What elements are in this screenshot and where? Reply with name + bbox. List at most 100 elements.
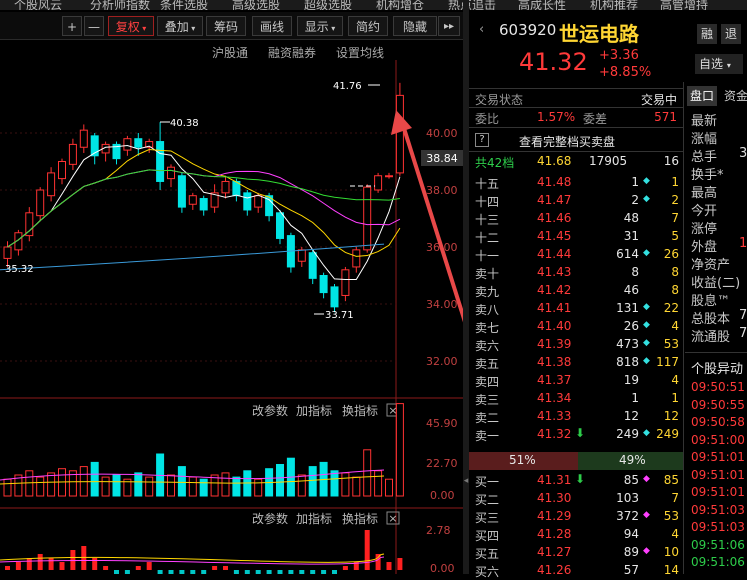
sell-row[interactable]: 卖九 41.42 46 8 (469, 282, 683, 300)
chevron-down-icon: ▾ (139, 24, 147, 33)
candle-body (134, 138, 143, 148)
order-volume: 89 (623, 545, 639, 559)
sell-row[interactable]: 卖七 41.40 26 ◆ 4 (469, 318, 683, 336)
macd-bar (5, 566, 10, 570)
sell-row[interactable]: 十四 41.47 2 ◆ 2 (469, 192, 683, 210)
order-level-label: 十一 (475, 249, 500, 263)
macd-bar (26, 558, 32, 570)
indicator-link[interactable]: 换指标 (342, 403, 378, 418)
zoom-in-button[interactable]: + (62, 16, 82, 36)
draw-line-button[interactable]: 画线 (252, 16, 292, 36)
top-menu-item[interactable]: 超级选股 (304, 0, 352, 10)
sell-row[interactable]: 卖三 41.34 1 1 (469, 390, 683, 408)
buy-row[interactable]: 买二 41.30 103 7 (469, 490, 683, 508)
candle-body (243, 192, 252, 211)
macd-bar (168, 570, 174, 580)
top-menu-item[interactable]: 高成长性 (518, 0, 566, 10)
macd-bar (179, 570, 185, 578)
mover-time[interactable]: 09:51:01 (691, 450, 745, 468)
price-tick: 40.00 (426, 127, 458, 140)
order-price: 41.41 (537, 301, 572, 315)
buy-row[interactable]: 买四 41.28 94 4 (469, 526, 683, 544)
sell-row[interactable]: 卖六 41.39 473 ◆ 53 (469, 336, 683, 354)
tab-funds[interactable]: 资金 (721, 86, 747, 106)
sell-row[interactable]: 十一 41.44 614 ◆ 26 (469, 246, 683, 264)
link-hugutong[interactable]: 沪股通 (212, 44, 248, 61)
sell-row[interactable]: 卖四 41.37 19 4 (469, 372, 683, 390)
order-volume: 57 (623, 563, 639, 577)
watchlist-button[interactable]: 自选 ▾ (695, 54, 743, 74)
link-ma-settings[interactable]: 设置均线 (336, 44, 384, 61)
order-volume: 473 (616, 337, 639, 351)
order-level-label: 卖五 (475, 357, 500, 371)
sell-row[interactable]: 十五 41.48 1 ◆ 1 (469, 174, 683, 192)
stock-name: 世运电路 (559, 22, 639, 46)
quote-field-value: 1 (739, 236, 747, 251)
mover-time[interactable]: 09:50:55 (691, 398, 745, 416)
mover-time[interactable]: 09:51:01 (691, 485, 745, 503)
indicator-link[interactable]: 改参数 (252, 403, 288, 418)
top-menu-item[interactable]: 高级选股 (232, 0, 280, 10)
mover-time[interactable]: 09:50:51 (691, 380, 745, 398)
macd-bar (364, 530, 370, 570)
movers-title: 个股异动 (691, 362, 744, 377)
indicator-link[interactable]: 加指标 (296, 403, 332, 418)
mover-time[interactable]: 09:51:03 (691, 503, 745, 521)
top-menu-item[interactable]: 高管增持 (660, 0, 708, 10)
sell-row[interactable]: 卖五 41.38 818 ◆ 117 (469, 354, 683, 372)
chart-canvas[interactable]: 40.0038.0036.0034.0032.0038.8441.7640.38… (0, 60, 542, 580)
display-button[interactable]: 显示 ▾ (297, 16, 343, 36)
mover-time[interactable]: 09:51:01 (691, 468, 745, 486)
indicator-link[interactable]: 加指标 (296, 511, 332, 526)
mover-time[interactable]: 09:51:03 (691, 520, 745, 538)
buy-row[interactable]: 买五 41.27 89 ◆ 10 (469, 544, 683, 562)
top-menu-item[interactable]: 机构推荐 (590, 0, 638, 10)
full-book-row[interactable]: ? 查看完整档买卖盘 (469, 130, 683, 152)
macd-bar (201, 570, 207, 574)
order-change: 12 (663, 409, 679, 423)
volume-bar (167, 474, 175, 497)
hide-button[interactable]: 隐藏 (393, 16, 437, 36)
buy-row[interactable]: 买一 41.31 85 ◆ 85 ⬇ (469, 472, 683, 490)
order-volume: 19 (623, 373, 639, 387)
mover-time[interactable]: 09:50:58 (691, 415, 745, 433)
sell-row[interactable]: 卖一 41.32 249 ◆ 249 ⬇ (469, 426, 683, 444)
sell-row[interactable]: 卖二 41.33 12 12 (469, 408, 683, 426)
mover-time[interactable]: 09:51:06 (691, 538, 745, 556)
sell-row[interactable]: 卖八 41.41 131 ◆ 22 (469, 300, 683, 318)
link-margin[interactable]: 融资融券 (268, 44, 316, 61)
order-level-label: 卖三 (475, 393, 500, 407)
top-menu-item[interactable]: 分析师指数 (90, 0, 150, 10)
order-change: 10 (663, 545, 679, 559)
tab-pankou[interactable]: 盘口 (687, 86, 717, 106)
indicator-link[interactable]: 换指标 (342, 511, 378, 526)
top-menu-item[interactable]: 机构增仓 (376, 0, 424, 10)
chips-button[interactable]: 筹码 (206, 16, 246, 36)
exit-button[interactable]: 退 (721, 24, 741, 44)
top-menu-item[interactable]: 个股风云 (14, 0, 62, 10)
sell-row[interactable]: 十三 41.46 48 7 (469, 210, 683, 228)
sell-row[interactable]: 卖十 41.43 8 8 (469, 264, 683, 282)
zoom-out-button[interactable]: — (84, 16, 104, 36)
help-icon[interactable]: ? (475, 133, 489, 147)
margin-button[interactable]: 融 (697, 24, 717, 44)
indicator-link[interactable]: 改参数 (252, 511, 288, 526)
simple-button[interactable]: 简约 (348, 16, 388, 36)
next-icon[interactable]: ▸▸ (438, 16, 460, 36)
volume-bar (145, 476, 154, 497)
sell-row[interactable]: 十二 41.45 31 5 (469, 228, 683, 246)
order-volume: 94 (623, 527, 639, 541)
back-icon[interactable]: ‹ (479, 22, 484, 37)
buy-row[interactable]: 买六 41.26 57 14 (469, 562, 683, 580)
diamond-icon: ◆ (643, 546, 650, 556)
top-menu-item[interactable]: 条件选股 (160, 0, 208, 10)
top-menu-item[interactable]: 热点追击 (448, 0, 496, 10)
buy-row[interactable]: 买三 41.29 372 ◆ 53 (469, 508, 683, 526)
fuquan-button[interactable]: 复权 ▾ (108, 16, 154, 36)
volume-bar (221, 472, 230, 497)
overlay-button[interactable]: 叠加 ▾ (157, 16, 203, 36)
kline-chart[interactable]: 40.0038.0036.0034.0032.0038.8441.7640.38… (0, 60, 542, 580)
arrow-down-icon: ⬇ (575, 472, 586, 486)
mover-time[interactable]: 09:51:00 (691, 433, 745, 451)
mover-time[interactable]: 09:51:06 (691, 555, 745, 573)
